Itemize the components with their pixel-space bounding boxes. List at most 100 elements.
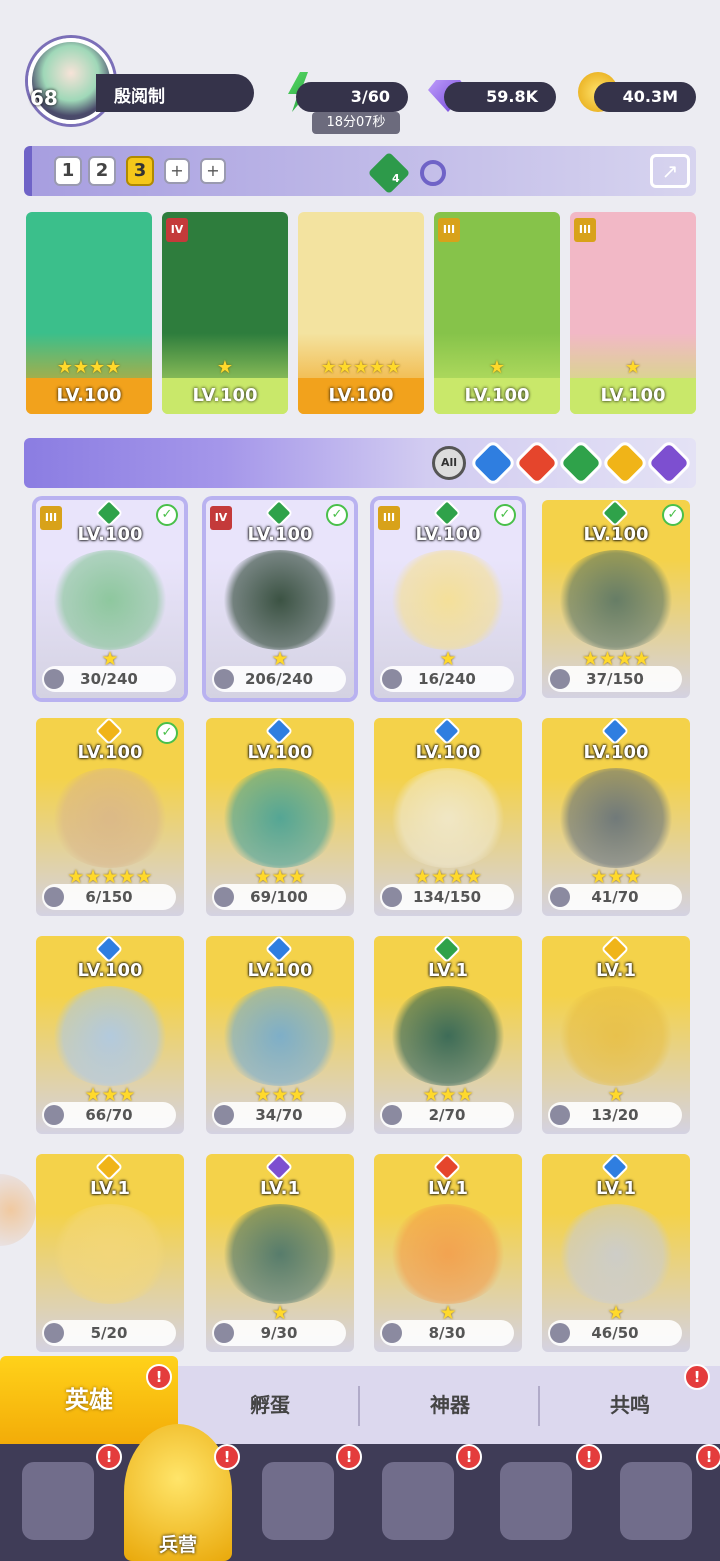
shard-icon [382,669,402,689]
map-book-icon[interactable] [262,1462,334,1540]
hero-portrait [220,986,340,1086]
player-level: 68 [30,86,58,110]
hero-portrait [220,550,340,650]
hero-card[interactable]: III ✓ LV.100 ★ 30/240 [36,500,184,698]
filter-all-button[interactable]: All [432,446,466,480]
hero-card[interactable]: LV.1 5/20 [36,1154,184,1352]
tab-hatch[interactable]: 孵蛋 [180,1366,360,1444]
hero-card[interactable]: LV.100 ★★★ 41/70 [542,718,690,916]
hero-card[interactable]: III ✓ LV.100 ★ 16/240 [374,500,522,698]
star-rating: ★ [488,357,506,378]
nav-hero-badge: ! [576,1444,602,1470]
hero-level: LV.100 [298,378,424,414]
hero-level: LV.100 [415,524,481,545]
hero-level: LV.100 [583,742,649,763]
hero-level: LV.100 [247,524,313,545]
player-name-bar[interactable]: 殷阅制 [96,74,254,112]
hero-card[interactable]: LV.100 ★★★★ 134/150 [374,718,522,916]
shard-icon [44,669,64,689]
shard-icon [382,1323,402,1343]
rank-badge: III [438,218,460,242]
hero-portrait [388,550,508,650]
hero-level: LV.100 [583,524,649,545]
hero-level: LV.100 [77,960,143,981]
shard-icon [550,887,570,907]
hero-level: LV.100 [434,378,560,414]
hero-portrait [556,1204,676,1304]
shard-icon [214,1105,234,1125]
tab-artifacts[interactable]: 神器 [360,1366,540,1444]
floating-helper-avatar[interactable] [0,1174,36,1246]
in-team-check-icon: ✓ [662,504,684,526]
hero-card[interactable]: LV.1 ★ 46/50 [542,1154,690,1352]
hero-portrait [388,1204,508,1304]
hero-card[interactable]: LV.1 ★ 13/20 [542,936,690,1134]
team-hero-card[interactable]: III ★ LV.100 [570,212,696,414]
hero-level: LV.1 [428,960,468,981]
energy-timer: 18分07秒 [312,112,400,134]
rank-badge: III [574,218,596,242]
hero-level: LV.100 [415,742,481,763]
nav-cards-badge: ! [96,1444,122,1470]
hero-portrait [556,986,676,1086]
player-name: 殷阅制 [114,87,165,107]
hero-portrait [50,768,170,868]
hero-portrait [50,1204,170,1304]
nav-barracks-label: 兵营 [158,1534,197,1556]
guild-banner-icon[interactable] [620,1462,692,1540]
hero-level: LV.100 [247,960,313,981]
cards-icon[interactable] [22,1462,94,1540]
rank-badge: IV [166,218,188,242]
hero-card[interactable]: LV.100 ★★★ 69/100 [206,718,354,916]
energy-counter: 3/60 [296,82,408,112]
hero-level: LV.100 [162,378,288,414]
team-hero-card[interactable]: ★★★★★ LV.100 [298,212,424,414]
in-team-check-icon: ✓ [156,722,178,744]
search-icon[interactable] [420,160,446,186]
star-rating: ★★★★★ [320,357,402,378]
hero-level: LV.100 [570,378,696,414]
shard-icon [214,887,234,907]
team-add-slot-1[interactable]: + [164,158,190,184]
nav-guild-badge: ! [696,1444,720,1470]
team-slot-1[interactable]: 1 [54,156,82,186]
hero-card[interactable]: LV.1 ★★★ 2/70 [374,936,522,1134]
mushroom-hero-icon[interactable] [500,1462,572,1540]
castle-icon[interactable] [382,1462,454,1540]
shard-icon [382,1105,402,1125]
team-hero-card[interactable]: IV ★ LV.100 [162,212,288,414]
shard-icon [214,669,234,689]
hero-portrait [220,768,340,868]
hero-portrait [556,550,676,650]
nav-barracks-badge: ! [214,1444,240,1470]
hero-card[interactable]: LV.100 ★★★ 34/70 [206,936,354,1134]
team-hero-card[interactable]: III ★ LV.100 [434,212,560,414]
hero-level: LV.100 [26,378,152,414]
shard-icon [44,1323,64,1343]
team-slot-3[interactable]: 3 [126,156,154,186]
tab-heroes-badge: ! [146,1364,172,1390]
hero-card[interactable]: IV ✓ LV.100 ★ 206/240 [206,500,354,698]
team-add-slot-2[interactable]: + [200,158,226,184]
hero-level: LV.1 [90,1178,130,1199]
shard-icon [550,1105,570,1125]
in-team-check-icon: ✓ [494,504,516,526]
hero-portrait [388,768,508,868]
share-icon[interactable]: ↗ [650,154,690,188]
in-team-check-icon: ✓ [156,504,178,526]
in-team-check-icon: ✓ [326,504,348,526]
nav-map-badge: ! [336,1444,362,1470]
shard-icon [44,887,64,907]
hero-card[interactable]: LV.1 ★ 9/30 [206,1154,354,1352]
hero-level: LV.1 [260,1178,300,1199]
hero-card[interactable]: ✓ LV.100 ★★★★ 37/150 [542,500,690,698]
team-hero-card[interactable]: ★★★★ LV.100 [26,212,152,414]
hero-card[interactable]: LV.100 ★★★ 66/70 [36,936,184,1134]
hero-card[interactable]: ✓ LV.100 ★★★★★ 6/150 [36,718,184,916]
hero-level: LV.100 [77,524,143,545]
hero-portrait [50,986,170,1086]
hero-card[interactable]: LV.1 ★ 8/30 [374,1154,522,1352]
hero-level: LV.1 [596,960,636,981]
team-slot-2[interactable]: 2 [88,156,116,186]
star-rating: ★ [216,357,234,378]
